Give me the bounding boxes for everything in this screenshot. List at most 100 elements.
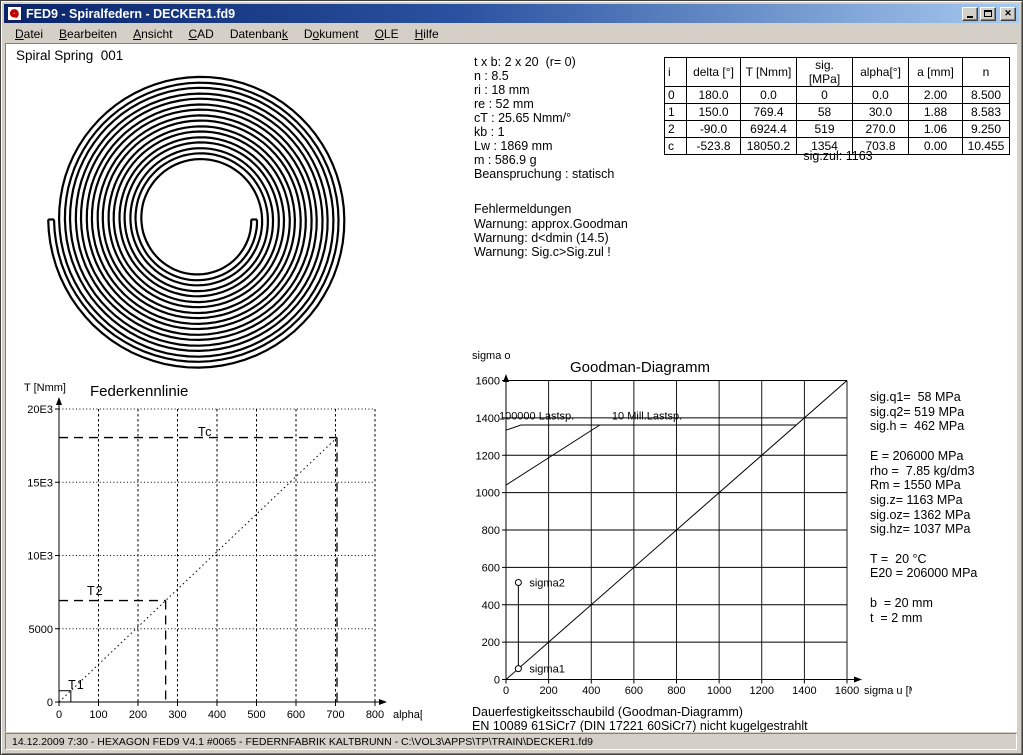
svg-text:sigma u [MPa]: sigma u [MPa] — [864, 685, 912, 697]
table-cell: -90.0 — [687, 121, 741, 138]
close-icon: ✕ — [1004, 9, 1012, 18]
svg-text:1000: 1000 — [476, 488, 500, 500]
minimize-button[interactable] — [962, 7, 978, 21]
svg-text:Goodman-Diagramm: Goodman-Diagramm — [570, 359, 710, 376]
svg-text:600: 600 — [482, 562, 500, 574]
menu-item-dokument[interactable]: Dokument — [296, 25, 367, 43]
table-header-cell: i — [665, 58, 687, 87]
svg-text:10E3: 10E3 — [27, 551, 53, 563]
status-text: 14.12.2009 7:30 - HEXAGON FED9 V4.1 #006… — [12, 736, 593, 748]
svg-text:alpha[°]: alpha[°] — [393, 709, 422, 721]
table-cell: 0 — [665, 87, 687, 104]
table-cell: 8.500 — [963, 87, 1010, 104]
svg-text:0: 0 — [494, 675, 500, 687]
menu-item-hilfe[interactable]: Hilfe — [407, 25, 447, 43]
svg-text:100: 100 — [89, 709, 107, 721]
spiral-spring-drawing — [37, 60, 367, 385]
table-cell: 2 — [665, 121, 687, 138]
table-cell: 8.583 — [963, 104, 1010, 121]
menu-item-ole[interactable]: OLE — [367, 25, 407, 43]
svg-text:200: 200 — [129, 709, 147, 721]
table-cell: 2.00 — [909, 87, 963, 104]
svg-text:100000 Lastsp.: 100000 Lastsp. — [499, 411, 574, 423]
table-cell: 30.0 — [853, 104, 909, 121]
table-cell: 9.250 — [963, 121, 1010, 138]
minimize-icon — [967, 16, 973, 18]
table-cell: 1 — [665, 104, 687, 121]
svg-text:1200: 1200 — [750, 685, 774, 697]
svg-text:600: 600 — [287, 709, 305, 721]
svg-text:1600: 1600 — [476, 376, 500, 388]
svg-text:1400: 1400 — [476, 413, 500, 425]
table-row: 1150.0769.45830.01.888.583 — [665, 104, 1010, 121]
window-controls: ✕ — [962, 7, 1016, 21]
table-cell: 180.0 — [687, 87, 741, 104]
svg-text:400: 400 — [582, 685, 600, 697]
svg-text:300: 300 — [168, 709, 186, 721]
table-row: 0180.00.000.02.008.500 — [665, 87, 1010, 104]
table-header-row: idelta [°]T [Nmm]sig.[MPa]alpha[°]a [mm]… — [665, 58, 1010, 87]
svg-text:600: 600 — [625, 685, 643, 697]
svg-text:400: 400 — [208, 709, 226, 721]
svg-text:T1: T1 — [68, 678, 85, 692]
table-cell: 519 — [797, 121, 853, 138]
error-messages-text: Warnung: approx.Goodman Warnung: d<dmin … — [474, 217, 628, 259]
svg-text:T [Nmm]: T [Nmm] — [24, 382, 66, 394]
goodman-diagram-chart: 0 200 400 600 800 1000 1200 1400 1600 0 200 400 600 8… — [457, 347, 912, 702]
table-cell: 58 — [797, 104, 853, 121]
svg-text:800: 800 — [667, 685, 685, 697]
svg-text:sigma o: sigma o — [472, 350, 511, 362]
svg-text:Tc: Tc — [198, 425, 213, 439]
svg-text:800: 800 — [366, 709, 384, 721]
svg-text:20E3: 20E3 — [27, 404, 53, 416]
table-cell: 150.0 — [687, 104, 741, 121]
menu-item-ansicht[interactable]: Ansicht — [125, 25, 180, 43]
table-cell: 270.0 — [853, 121, 909, 138]
table-cell: 769.4 — [741, 104, 797, 121]
table-header-cell: T [Nmm] — [741, 58, 797, 87]
maximize-button[interactable] — [980, 7, 996, 21]
svg-text:800: 800 — [482, 525, 500, 537]
maximize-icon — [984, 10, 992, 17]
table-cell: 0.0 — [853, 87, 909, 104]
federkennlinie-chart: 0500010E315E320E301002003004005006007008… — [7, 377, 422, 732]
menu-item-cad[interactable]: CAD — [180, 25, 221, 43]
menu-item-datei[interactable]: Datei — [7, 25, 51, 43]
table-row: 2-90.06924.4519270.01.069.250 — [665, 121, 1010, 138]
svg-text:500: 500 — [247, 709, 265, 721]
svg-text:400: 400 — [482, 600, 500, 612]
error-messages-heading: Fehlermeldungen — [474, 202, 571, 216]
sig-zul-label: sig.zul: 1163 — [664, 149, 1012, 163]
close-button[interactable]: ✕ — [1000, 7, 1016, 21]
svg-text:1000: 1000 — [707, 685, 731, 697]
svg-text:0: 0 — [56, 709, 62, 721]
svg-text:200: 200 — [539, 685, 557, 697]
table-header-cell: a [mm] — [909, 58, 963, 87]
title-bar: FED9 - Spiralfedern - DECKER1.fd9 ✕ — [4, 4, 1019, 23]
svg-text:10 Mill.Lastsp.: 10 Mill.Lastsp. — [612, 411, 682, 423]
table-cell: 0 — [797, 87, 853, 104]
table-cell: 0.0 — [741, 87, 797, 104]
svg-text:1600: 1600 — [835, 685, 859, 697]
table-header-cell: sig.[MPa] — [797, 58, 853, 87]
menu-item-bearbeiten[interactable]: Bearbeiten — [51, 25, 125, 43]
menu-bar: DateiBearbeitenAnsichtCADDatenbankDokume… — [5, 25, 1018, 43]
menu-item-datenbank[interactable]: Datenbank — [222, 25, 296, 43]
table-header-cell: delta [°] — [687, 58, 741, 87]
app-spiral-icon — [7, 6, 22, 21]
svg-text:Federkennlinie: Federkennlinie — [90, 383, 188, 400]
svg-text:1400: 1400 — [792, 685, 816, 697]
app-window: FED9 - Spiralfedern - DECKER1.fd9 ✕ Date… — [0, 0, 1023, 755]
table-header-cell: n — [963, 58, 1010, 87]
svg-text:0: 0 — [503, 685, 509, 697]
table-cell: 1.88 — [909, 104, 963, 121]
status-bar: 14.12.2009 7:30 - HEXAGON FED9 V4.1 #006… — [5, 733, 1017, 750]
svg-text:200: 200 — [482, 637, 500, 649]
svg-text:700: 700 — [326, 709, 344, 721]
table-cell: 1.06 — [909, 121, 963, 138]
table-header-cell: alpha[°] — [853, 58, 909, 87]
svg-text:T2: T2 — [87, 584, 104, 598]
svg-text:5000: 5000 — [29, 624, 53, 636]
svg-text:sigma1: sigma1 — [529, 664, 564, 676]
table-cell: 6924.4 — [741, 121, 797, 138]
